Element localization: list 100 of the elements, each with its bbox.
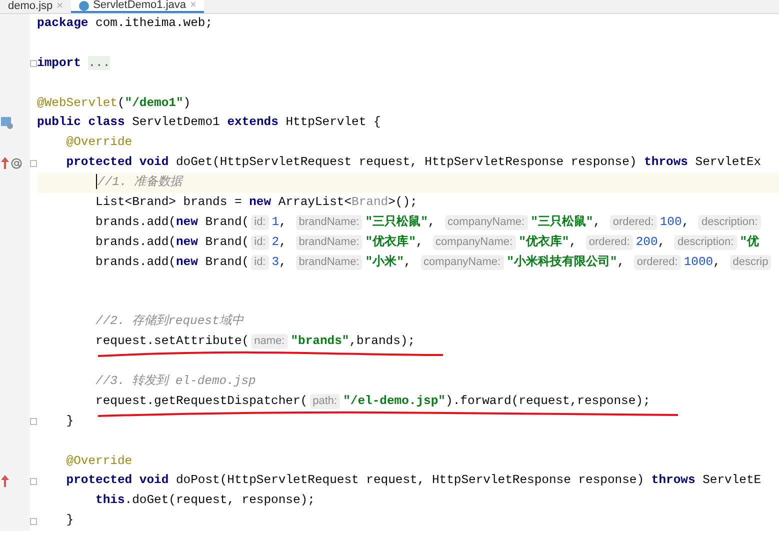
parameter-hint: descrip [730, 254, 772, 270]
code-token: 200 [636, 234, 658, 249]
code-token: ).forward(request,response); [446, 394, 650, 408]
code-token: @WebServlet [37, 96, 118, 110]
code-token: brands.add( [96, 214, 176, 229]
code-token: request.getRequestDispatcher( [96, 394, 308, 408]
code-token: , [279, 254, 288, 269]
code-token: ) [183, 96, 191, 110]
code-token: "小米科技有限公司" [506, 254, 618, 269]
code-token: com.itheima.web; [94, 16, 213, 30]
code-token: } [66, 513, 74, 528]
code-token: 100 [660, 214, 682, 229]
code-token: new [176, 234, 198, 249]
code-token: , [279, 234, 288, 249]
editor-tab[interactable]: demo.jsp × [0, 0, 72, 13]
parameter-hint: companyName: [432, 234, 516, 250]
code-token: new [249, 195, 272, 210]
code-token: //3. 转发到 el-demo.jsp [96, 374, 256, 388]
parameter-hint: id: [251, 214, 269, 230]
code-token: "/demo1" [124, 96, 184, 110]
code-token: @Override [66, 135, 132, 150]
parameter-hint: description: [698, 214, 761, 230]
code-token: 1000 [684, 254, 714, 269]
fold-marker[interactable] [30, 478, 37, 485]
parameter-hint: description: [674, 234, 737, 250]
code-token: ServletDemo1 [131, 115, 221, 130]
code-token: .doGet(request, response); [124, 493, 315, 508]
parameter-hint: path: [310, 394, 340, 409]
parameter-hint: id: [251, 254, 269, 270]
code-token: import [37, 56, 81, 70]
fold-marker[interactable] [30, 160, 37, 167]
code-token: Brand( [204, 254, 250, 269]
code-token: package [37, 16, 88, 30]
code-token: , [428, 214, 436, 229]
class-icon [79, 0, 90, 10]
code-token: , [682, 214, 690, 229]
code-token: "三只松鼠" [365, 214, 428, 229]
text-caret [96, 174, 97, 190]
code-token: } [66, 414, 74, 428]
editor-tab[interactable]: ServletDemo1.java × [71, 0, 204, 13]
code-token: //2. 存储到request域中 [96, 314, 244, 328]
code-token: ( [117, 96, 125, 110]
fold-marker[interactable] [30, 518, 37, 525]
parameter-hint: ordered: [586, 234, 633, 250]
code-token: ServletE [702, 473, 762, 488]
code-token: public [37, 115, 81, 130]
code-token: "三只松鼠" [530, 214, 594, 229]
code-token: protected [66, 473, 132, 488]
code-token: class [87, 115, 125, 130]
code-token: "brands" [290, 334, 350, 348]
code-token: new [176, 254, 198, 269]
code-token: "小米" [365, 254, 404, 269]
fold-marker[interactable] [30, 418, 37, 426]
code-token: extends [227, 115, 278, 130]
code-token: request.setAttribute( [96, 334, 250, 348]
code-token: 1 [272, 214, 280, 229]
parameter-hint: companyName: [444, 214, 528, 230]
code-token: @Override [66, 454, 132, 468]
parameter-hint: brandName: [296, 234, 362, 250]
code-token: void [138, 473, 169, 488]
code-token: doGet(HttpServletRequest request, HttpServletResponse response) [174, 155, 638, 170]
at-sign-icon[interactable] [11, 158, 22, 169]
up-arrow-icon[interactable] [1, 475, 9, 488]
code-token: "优 [740, 234, 760, 249]
code-token: brands.add( [96, 254, 176, 269]
code-token: doPost(HttpServletRequest request, HttpServletResponse response) [174, 473, 646, 488]
code-token: , [404, 254, 412, 269]
parameter-hint: ordered: [610, 214, 657, 230]
code-token: ArrayList< [277, 195, 352, 210]
code-token: new [176, 214, 198, 229]
code-token: brands.add( [96, 234, 176, 249]
code-token: Brand [352, 195, 388, 210]
code-token: this [96, 493, 125, 508]
code-token: throws [644, 155, 688, 170]
code-token: ,brands); [349, 334, 416, 348]
parameter-hint: brandName: [296, 214, 362, 230]
code-token: "优衣库" [518, 234, 570, 249]
code-token: , [713, 254, 722, 269]
servlet-icon[interactable] [1, 117, 13, 130]
parameter-hint: ordered: [634, 254, 681, 270]
code-token: //1. 准备数据 [98, 175, 182, 190]
code-token: ServletEx [694, 155, 762, 170]
code-token: , [416, 234, 424, 249]
folded-code[interactable]: ... [88, 56, 110, 70]
parameter-hint: name: [251, 334, 288, 350]
code-token: Brand( [204, 234, 250, 249]
parameter-hint: id: [251, 234, 269, 250]
fold-marker[interactable] [30, 60, 37, 68]
code-token: "优衣库" [365, 234, 416, 249]
code-token: , [617, 254, 626, 269]
code-token: , [593, 214, 602, 229]
code-token: void [138, 155, 169, 170]
code-token: >(); [388, 195, 418, 210]
code-token: 2 [272, 234, 280, 249]
code-token: HttpServlet { [284, 115, 381, 130]
code-token: , [279, 214, 288, 229]
up-arrow-icon[interactable] [1, 157, 9, 170]
code-token: Brand( [204, 214, 250, 229]
code-token: "/el-demo.jsp" [343, 394, 446, 408]
code-token: List<Brand> brands = [96, 195, 243, 210]
